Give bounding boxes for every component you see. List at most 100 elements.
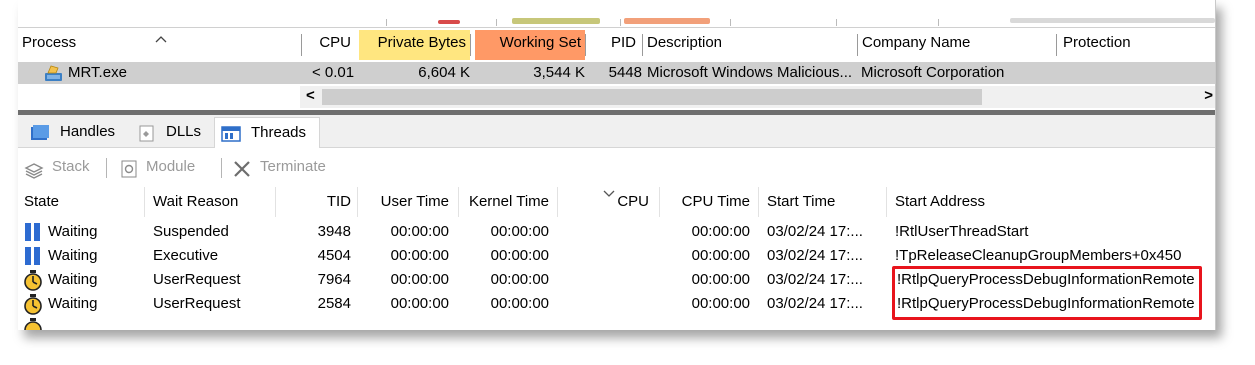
thread-kernel-time: 00:00:00 xyxy=(490,223,549,240)
column-divider[interactable] xyxy=(1056,34,1057,56)
thread-kernel-time: 00:00:00 xyxy=(490,247,549,264)
process-explorer-window: Process CPU Private Bytes Working Set PI… xyxy=(18,0,1216,330)
column-divider[interactable] xyxy=(144,187,145,217)
tab-handles[interactable]: Handles xyxy=(26,117,130,147)
process-name: MRT.exe xyxy=(68,64,127,81)
stack-button-label: Stack xyxy=(52,158,90,175)
tab-handles-label: Handles xyxy=(60,123,116,140)
column-pid-label: PID xyxy=(610,34,636,51)
column-private-bytes-label: Private Bytes xyxy=(377,34,466,51)
column-start-time[interactable]: Start Time xyxy=(767,190,835,214)
column-wait-reason[interactable]: Wait Reason xyxy=(153,190,238,214)
strip-divider xyxy=(386,19,387,26)
column-private-bytes[interactable]: Private Bytes xyxy=(359,30,470,60)
column-divider[interactable] xyxy=(458,187,459,217)
io-graph xyxy=(1010,18,1215,23)
lower-pane-tabs: Handles DLLs Threads xyxy=(18,115,1215,148)
thread-wait-reason: Executive xyxy=(153,247,219,264)
thread-wait-reason: Suspended xyxy=(153,223,229,240)
thread-state: Waiting xyxy=(48,223,98,240)
suspended-icon xyxy=(24,246,42,270)
column-user-time[interactable]: User Time xyxy=(360,190,449,214)
thread-state: Waiting xyxy=(48,247,98,264)
process-row[interactable]: MRT.exe < 0.01 6,604 K 3,544 K 5448 Micr… xyxy=(18,62,1215,84)
thread-start-time: 03/02/24 17:... xyxy=(767,247,863,264)
horizontal-scrollbar[interactable]: < > xyxy=(300,86,1215,108)
column-divider[interactable] xyxy=(357,187,358,217)
column-process[interactable]: Process xyxy=(22,30,300,60)
strip-divider xyxy=(620,19,621,26)
thread-tid: 7964 xyxy=(317,271,351,288)
terminate-button-label: Terminate xyxy=(260,158,326,175)
thread-tid: 2584 xyxy=(317,295,351,312)
column-cpu-label: CPU xyxy=(319,34,351,51)
column-kernel-time[interactable]: Kernel Time xyxy=(461,190,549,214)
column-divider[interactable] xyxy=(659,187,660,217)
column-cpu[interactable]: CPU xyxy=(303,30,353,60)
column-divider[interactable] xyxy=(758,187,759,217)
process-description: Microsoft Windows Malicious... xyxy=(647,64,853,81)
process-list-header: Process CPU Private Bytes Working Set PI… xyxy=(18,30,1215,60)
column-divider[interactable] xyxy=(886,187,887,217)
column-divider[interactable] xyxy=(470,34,471,56)
thread-row[interactable]: Waiting Suspended 3948 00:00:00 00:00:00… xyxy=(18,220,1215,244)
column-protection[interactable]: Protection xyxy=(1063,30,1203,60)
column-cpu[interactable]: CPU xyxy=(578,190,649,214)
stopwatch-icon xyxy=(23,317,43,330)
thread-user-time: 00:00:00 xyxy=(390,295,449,312)
thread-kernel-time: 00:00:00 xyxy=(490,271,549,288)
column-divider[interactable] xyxy=(275,187,276,217)
tab-threads[interactable]: Threads xyxy=(214,117,320,148)
thread-row[interactable]: Waiting Executive 4504 00:00:00 00:00:00… xyxy=(18,244,1215,268)
highlight-annotation-box xyxy=(892,266,1202,320)
mrt-app-icon xyxy=(42,64,64,86)
thread-tid: 4504 xyxy=(317,247,351,264)
commit-graph xyxy=(512,18,600,24)
column-divider[interactable] xyxy=(585,34,586,56)
toolbar-strip xyxy=(18,0,1215,28)
column-cpu-time[interactable]: CPU Time xyxy=(662,190,750,214)
thread-wait-reason: UserRequest xyxy=(153,271,241,288)
strip-border xyxy=(18,27,1215,28)
thread-tid: 3948 xyxy=(317,223,351,240)
handles-icon xyxy=(30,123,50,153)
column-tid[interactable]: TID xyxy=(278,190,351,214)
column-working-set-label: Working Set xyxy=(499,34,581,51)
thread-user-time: 00:00:00 xyxy=(390,223,449,240)
strip-divider xyxy=(938,19,939,26)
strip-divider xyxy=(730,19,731,26)
thread-start-address: !TpReleaseCleanupGroupMembers+0x450 xyxy=(895,247,1182,264)
scroll-right-button[interactable]: > xyxy=(1204,87,1213,104)
thread-state: Waiting xyxy=(48,295,98,312)
thread-cpu-time: 00:00:00 xyxy=(691,271,750,288)
thread-wait-reason: UserRequest xyxy=(153,295,241,312)
module-button-label: Module xyxy=(146,158,196,175)
sort-up-icon xyxy=(154,27,168,52)
process-cpu: < 0.01 xyxy=(312,64,355,81)
scroll-left-button[interactable]: < xyxy=(306,87,315,104)
column-state[interactable]: State xyxy=(24,190,59,214)
thread-cpu-time: 00:00:00 xyxy=(691,223,750,240)
process-company: Microsoft Corporation xyxy=(861,64,1005,81)
column-working-set[interactable]: Working Set xyxy=(475,30,585,60)
process-private-bytes: 6,604 K xyxy=(418,64,470,81)
scrollbar-thumb[interactable] xyxy=(322,89,982,105)
column-divider[interactable] xyxy=(642,34,643,56)
strip-divider xyxy=(836,19,837,26)
action-divider xyxy=(221,158,222,178)
column-description[interactable]: Description xyxy=(647,30,855,60)
column-divider[interactable] xyxy=(301,34,302,56)
column-protection-label: Protection xyxy=(1063,34,1131,51)
column-start-address[interactable]: Start Address xyxy=(895,190,985,214)
thread-cpu-time: 00:00:00 xyxy=(691,247,750,264)
tab-dlls[interactable]: DLLs xyxy=(136,117,210,147)
column-pid[interactable]: PID xyxy=(588,30,638,60)
thread-kernel-time: 00:00:00 xyxy=(490,295,549,312)
thread-start-address: !RtlUserThreadStart xyxy=(895,223,1029,240)
column-divider[interactable] xyxy=(857,34,858,56)
column-description-label: Description xyxy=(647,34,723,51)
strip-divider xyxy=(496,19,497,26)
thread-start-time: 03/02/24 17:... xyxy=(767,223,863,240)
column-company-name[interactable]: Company Name xyxy=(862,30,1052,60)
column-divider[interactable] xyxy=(557,187,558,217)
